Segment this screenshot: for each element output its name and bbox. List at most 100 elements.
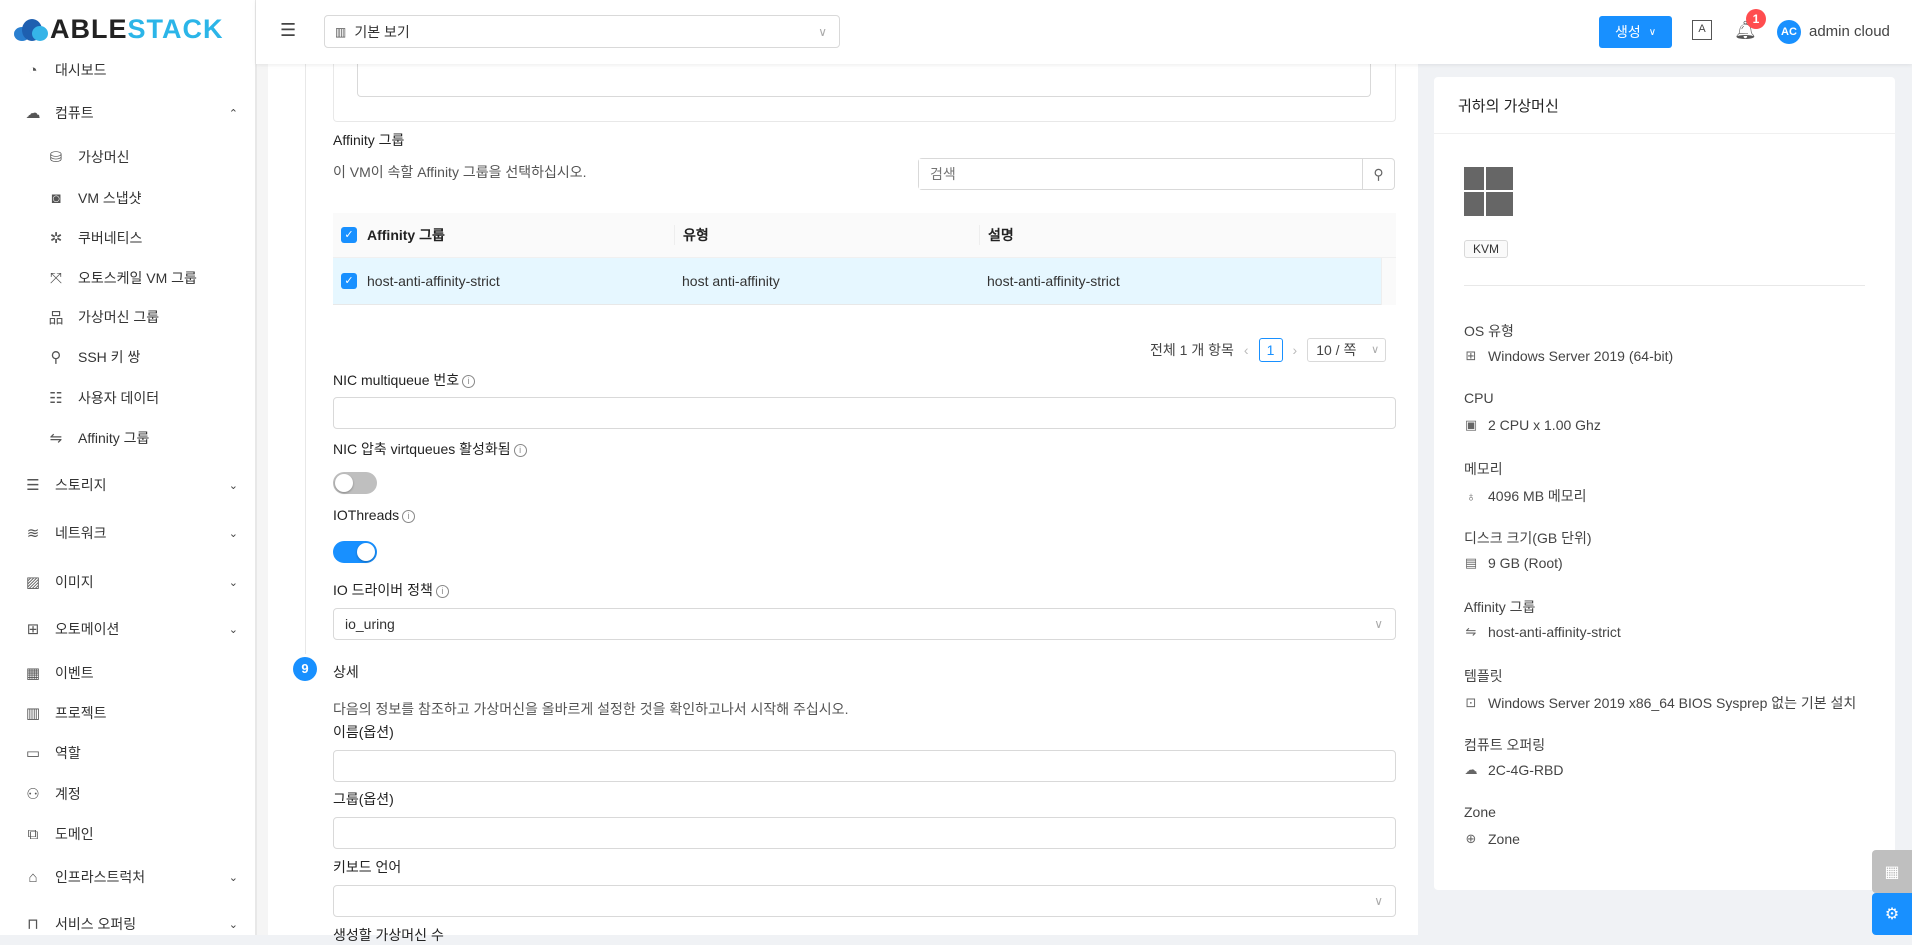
sidebar-item[interactable]: ▭ 역할 bbox=[0, 738, 256, 768]
next-page-icon[interactable]: › bbox=[1293, 342, 1298, 358]
sidebar-item[interactable]: ⚲ SSH 키 쌍 bbox=[0, 342, 256, 372]
sidebar-item[interactable]: ▥ 프로젝트 bbox=[0, 698, 256, 728]
summary-field-value-text: 4096 MB 메모리 bbox=[1488, 488, 1587, 504]
info-icon[interactable]: i bbox=[462, 375, 476, 388]
sidebar-item[interactable]: ▦ 이벤트 bbox=[0, 658, 256, 688]
sidebar-item-label: 대시보드 bbox=[55, 62, 107, 78]
info-icon[interactable]: i bbox=[435, 585, 449, 598]
sidebar-scrollbar[interactable] bbox=[256, 64, 268, 935]
page-1[interactable]: 1 bbox=[1258, 338, 1283, 362]
sidebar-item[interactable]: ⊞ 오토메이션 ⌄ bbox=[0, 614, 256, 644]
username[interactable]: admin cloud bbox=[1809, 23, 1890, 40]
page-size-select[interactable]: 10 / 쪽 ∨ bbox=[1307, 338, 1387, 362]
io-driver-label-text: IO 드라이버 정책 bbox=[333, 582, 433, 598]
info-icon[interactable]: i bbox=[402, 510, 416, 523]
summary-field-value-text: 2C-4G-RBD bbox=[1488, 762, 1564, 778]
sidebar-item[interactable]: ✲ 쿠버네티스 bbox=[0, 223, 256, 253]
table-scrollbar[interactable] bbox=[1381, 258, 1396, 305]
avatar[interactable]: AC bbox=[1777, 20, 1801, 44]
logo-text-stack: STACK bbox=[127, 14, 224, 44]
chevron-down-icon[interactable]: ⌄ bbox=[229, 527, 238, 540]
appstore-add-icon: ⊞ bbox=[26, 621, 40, 638]
cloud-icon: ☁ bbox=[1464, 762, 1478, 777]
camera-icon: ◙ bbox=[51, 189, 61, 207]
chevron-up-icon[interactable]: ⌃ bbox=[229, 107, 238, 120]
sidebar-item[interactable]: ⇋ Affinity 그룹 bbox=[0, 423, 256, 453]
sidebar-item[interactable]: ⤧ 오토스케일 VM 그룹 bbox=[0, 263, 256, 293]
keyboard-select[interactable]: ∨ bbox=[333, 885, 1396, 917]
iothreads-label-text: IOThreads bbox=[333, 507, 400, 523]
schedule-icon: ▦ bbox=[1884, 863, 1900, 881]
step-title: 상세 bbox=[333, 664, 359, 680]
vm-icon: ⛁ bbox=[49, 149, 63, 166]
prev-page-icon[interactable]: ‹ bbox=[1244, 342, 1249, 358]
translate-icon[interactable]: A bbox=[1692, 20, 1712, 40]
group-label: 그룹(옵션) bbox=[333, 791, 394, 807]
sidebar-item-label: 오토메이션 bbox=[55, 621, 120, 637]
row-checkbox[interactable]: ✓ bbox=[341, 273, 357, 289]
nic-multiqueue-input[interactable] bbox=[333, 397, 1396, 429]
page-size-value: 10 / 쪽 bbox=[1316, 342, 1357, 358]
chevron-down-icon[interactable]: ⌄ bbox=[229, 479, 238, 492]
sidebar-item[interactable]: ☰ 스토리지 ⌄ bbox=[0, 470, 256, 500]
sidebar-item-label: 인프라스트럭처 bbox=[55, 869, 146, 885]
sidebar-item[interactable]: ⧉ 도메인 bbox=[0, 819, 256, 849]
sidebar-item[interactable]: ☁ 컴퓨트 ⌃ bbox=[0, 98, 256, 128]
create-button[interactable]: 생성 ∨ bbox=[1599, 16, 1672, 48]
menu-fold-icon[interactable]: ☰ bbox=[280, 20, 296, 41]
sidebar-item[interactable]: ◔ 대시보드 bbox=[0, 55, 256, 85]
sidebar-item-label: 서비스 오퍼링 bbox=[55, 916, 137, 932]
sidebar-item[interactable]: ◙ VM 스냅샷 bbox=[0, 183, 256, 213]
name-input[interactable] bbox=[333, 750, 1396, 782]
chevron-down-icon[interactable]: ⌄ bbox=[229, 871, 238, 884]
cell-name: host-anti-affinity-strict bbox=[367, 273, 500, 289]
affinity-description: 이 VM이 속할 Affinity 그룹을 선택하십시오. bbox=[333, 164, 587, 180]
group-input[interactable] bbox=[333, 817, 1396, 849]
chevron-down-icon[interactable]: ⌄ bbox=[229, 918, 238, 931]
nic-multiqueue-label-text: NIC multiqueue 번호 bbox=[333, 372, 460, 388]
summary-field-label: 컴퓨트 오퍼링 bbox=[1464, 737, 1546, 753]
iothreads-toggle[interactable] bbox=[333, 541, 377, 563]
swap-icon: ⇋ bbox=[1465, 624, 1477, 639]
chevron-down-icon[interactable]: ⌄ bbox=[229, 576, 238, 589]
divider bbox=[1464, 285, 1865, 286]
sidebar-item[interactable]: ⌂ 인프라스트럭처 ⌄ bbox=[0, 862, 256, 892]
affinity-search-input[interactable] bbox=[919, 159, 1362, 189]
steps-connector bbox=[305, 64, 306, 654]
sidebar-item-label: 가상머신 그룹 bbox=[78, 309, 160, 325]
database-icon: ☰ bbox=[26, 477, 40, 494]
sidebar-item-label: 쿠버네티스 bbox=[78, 230, 143, 246]
sidebar-item[interactable]: ≋ 네트워크 ⌄ bbox=[0, 518, 256, 548]
ablestack-logo[interactable]: ABLE STACK bbox=[14, 14, 224, 45]
swap-icon: ⇋ bbox=[49, 430, 63, 447]
picture-icon: ▨ bbox=[25, 574, 41, 591]
sidebar-item-label: 가상머신 bbox=[78, 149, 130, 165]
sidebar-item[interactable]: ⛁ 가상머신 bbox=[0, 142, 256, 172]
sidebar-item[interactable]: ⚇ 계정 bbox=[0, 779, 256, 809]
vm-summary-card: 귀하의 가상머신 KVM OS 유형 ⊞ Windows Server 2019 (… bbox=[1434, 77, 1895, 890]
table-row[interactable]: ✓ host-anti-affinity-strict host anti-af… bbox=[333, 258, 1381, 305]
cluster-icon: 品 bbox=[48, 309, 64, 327]
sidebar-item-label: 이미지 bbox=[55, 574, 94, 590]
sidebar-item-label: 이벤트 bbox=[55, 665, 94, 681]
schedule-button[interactable]: ▦ bbox=[1872, 850, 1912, 893]
chevron-down-icon: ∨ bbox=[1374, 894, 1383, 908]
notification-badge: 1 bbox=[1746, 9, 1766, 29]
settings-button[interactable]: ⚙ bbox=[1872, 893, 1912, 935]
wifi-icon: ≋ bbox=[26, 525, 40, 542]
io-driver-select[interactable]: io_uring ∨ bbox=[333, 608, 1396, 640]
nic-packed-toggle[interactable] bbox=[333, 472, 377, 494]
view-select[interactable]: ▥ 기본 보기 ∨ bbox=[324, 15, 840, 48]
select-all-checkbox[interactable]: ✓ bbox=[341, 227, 357, 243]
summary-field-value: ⊕ Zone bbox=[1464, 831, 1520, 847]
sidebar-item[interactable]: ☷ 사용자 데이터 bbox=[0, 383, 256, 413]
chevron-down-icon[interactable]: ⌄ bbox=[229, 623, 238, 636]
affinity-section-title: Affinity 그룹 bbox=[333, 132, 405, 148]
table-header: ✓ Affinity 그룹 유형 설명 bbox=[333, 213, 1396, 258]
summary-title: 귀하의 가상머신 bbox=[1458, 98, 1559, 115]
sidebar-item[interactable]: ▨ 이미지 ⌄ bbox=[0, 567, 256, 597]
sidebar-item[interactable]: 品 가상머신 그룹 bbox=[0, 302, 256, 332]
project-icon: ▥ bbox=[25, 705, 41, 722]
search-button[interactable]: ⚲ bbox=[1362, 159, 1394, 189]
info-icon[interactable]: i bbox=[513, 444, 527, 457]
